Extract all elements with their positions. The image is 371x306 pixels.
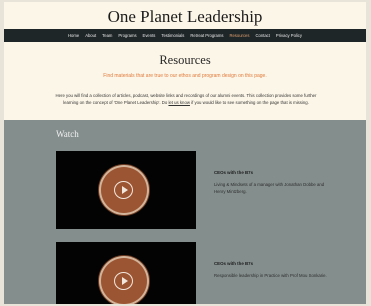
intro-text-after-link: if you would like to see something on th… [189, 99, 309, 105]
nav-item-contact[interactable]: Contact [255, 33, 269, 38]
video-player[interactable] [56, 242, 196, 304]
page-subtitle: Find materials that are true to our etho… [103, 73, 267, 79]
intro-paragraph: Here you will find a collection of artic… [52, 93, 320, 107]
site-title[interactable]: One Planet Leadership [4, 7, 366, 27]
video-description: Responsible leadership in Practice with … [214, 273, 327, 278]
page-title: Resources [159, 53, 211, 67]
nav-item-privacy-policy[interactable]: Privacy Policy [276, 33, 302, 38]
main-nav: Home About Team Programs Events Testimon… [4, 29, 366, 42]
browser-page: One Planet Leadership Home About Team Pr… [4, 2, 366, 304]
video-title: CEOs with the B7s [214, 261, 254, 266]
nav-item-testimonials[interactable]: Testimonials [161, 33, 184, 38]
nav-item-home[interactable]: Home [68, 33, 79, 38]
watch-heading: Watch [56, 129, 79, 139]
play-icon[interactable] [114, 272, 133, 290]
nav-item-team[interactable]: Team [102, 33, 112, 38]
nav-item-retreat-programs[interactable]: Retreat Programs [190, 33, 223, 38]
watch-section: Watch CEOs with the B7s Living & Mindset… [4, 120, 366, 304]
video-player[interactable] [56, 151, 196, 229]
video-description: Living & Mindsets of a manager with Jona… [214, 182, 325, 194]
nav-item-about[interactable]: About [85, 33, 96, 38]
let-us-know-link[interactable]: let us know [168, 100, 190, 105]
nav-item-resources[interactable]: Resources [229, 33, 249, 38]
play-icon[interactable] [114, 181, 133, 199]
nav-item-events[interactable]: Events [143, 33, 156, 38]
nav-item-programs[interactable]: Programs [118, 33, 136, 38]
video-title: CEOs with the B7s [214, 170, 254, 175]
